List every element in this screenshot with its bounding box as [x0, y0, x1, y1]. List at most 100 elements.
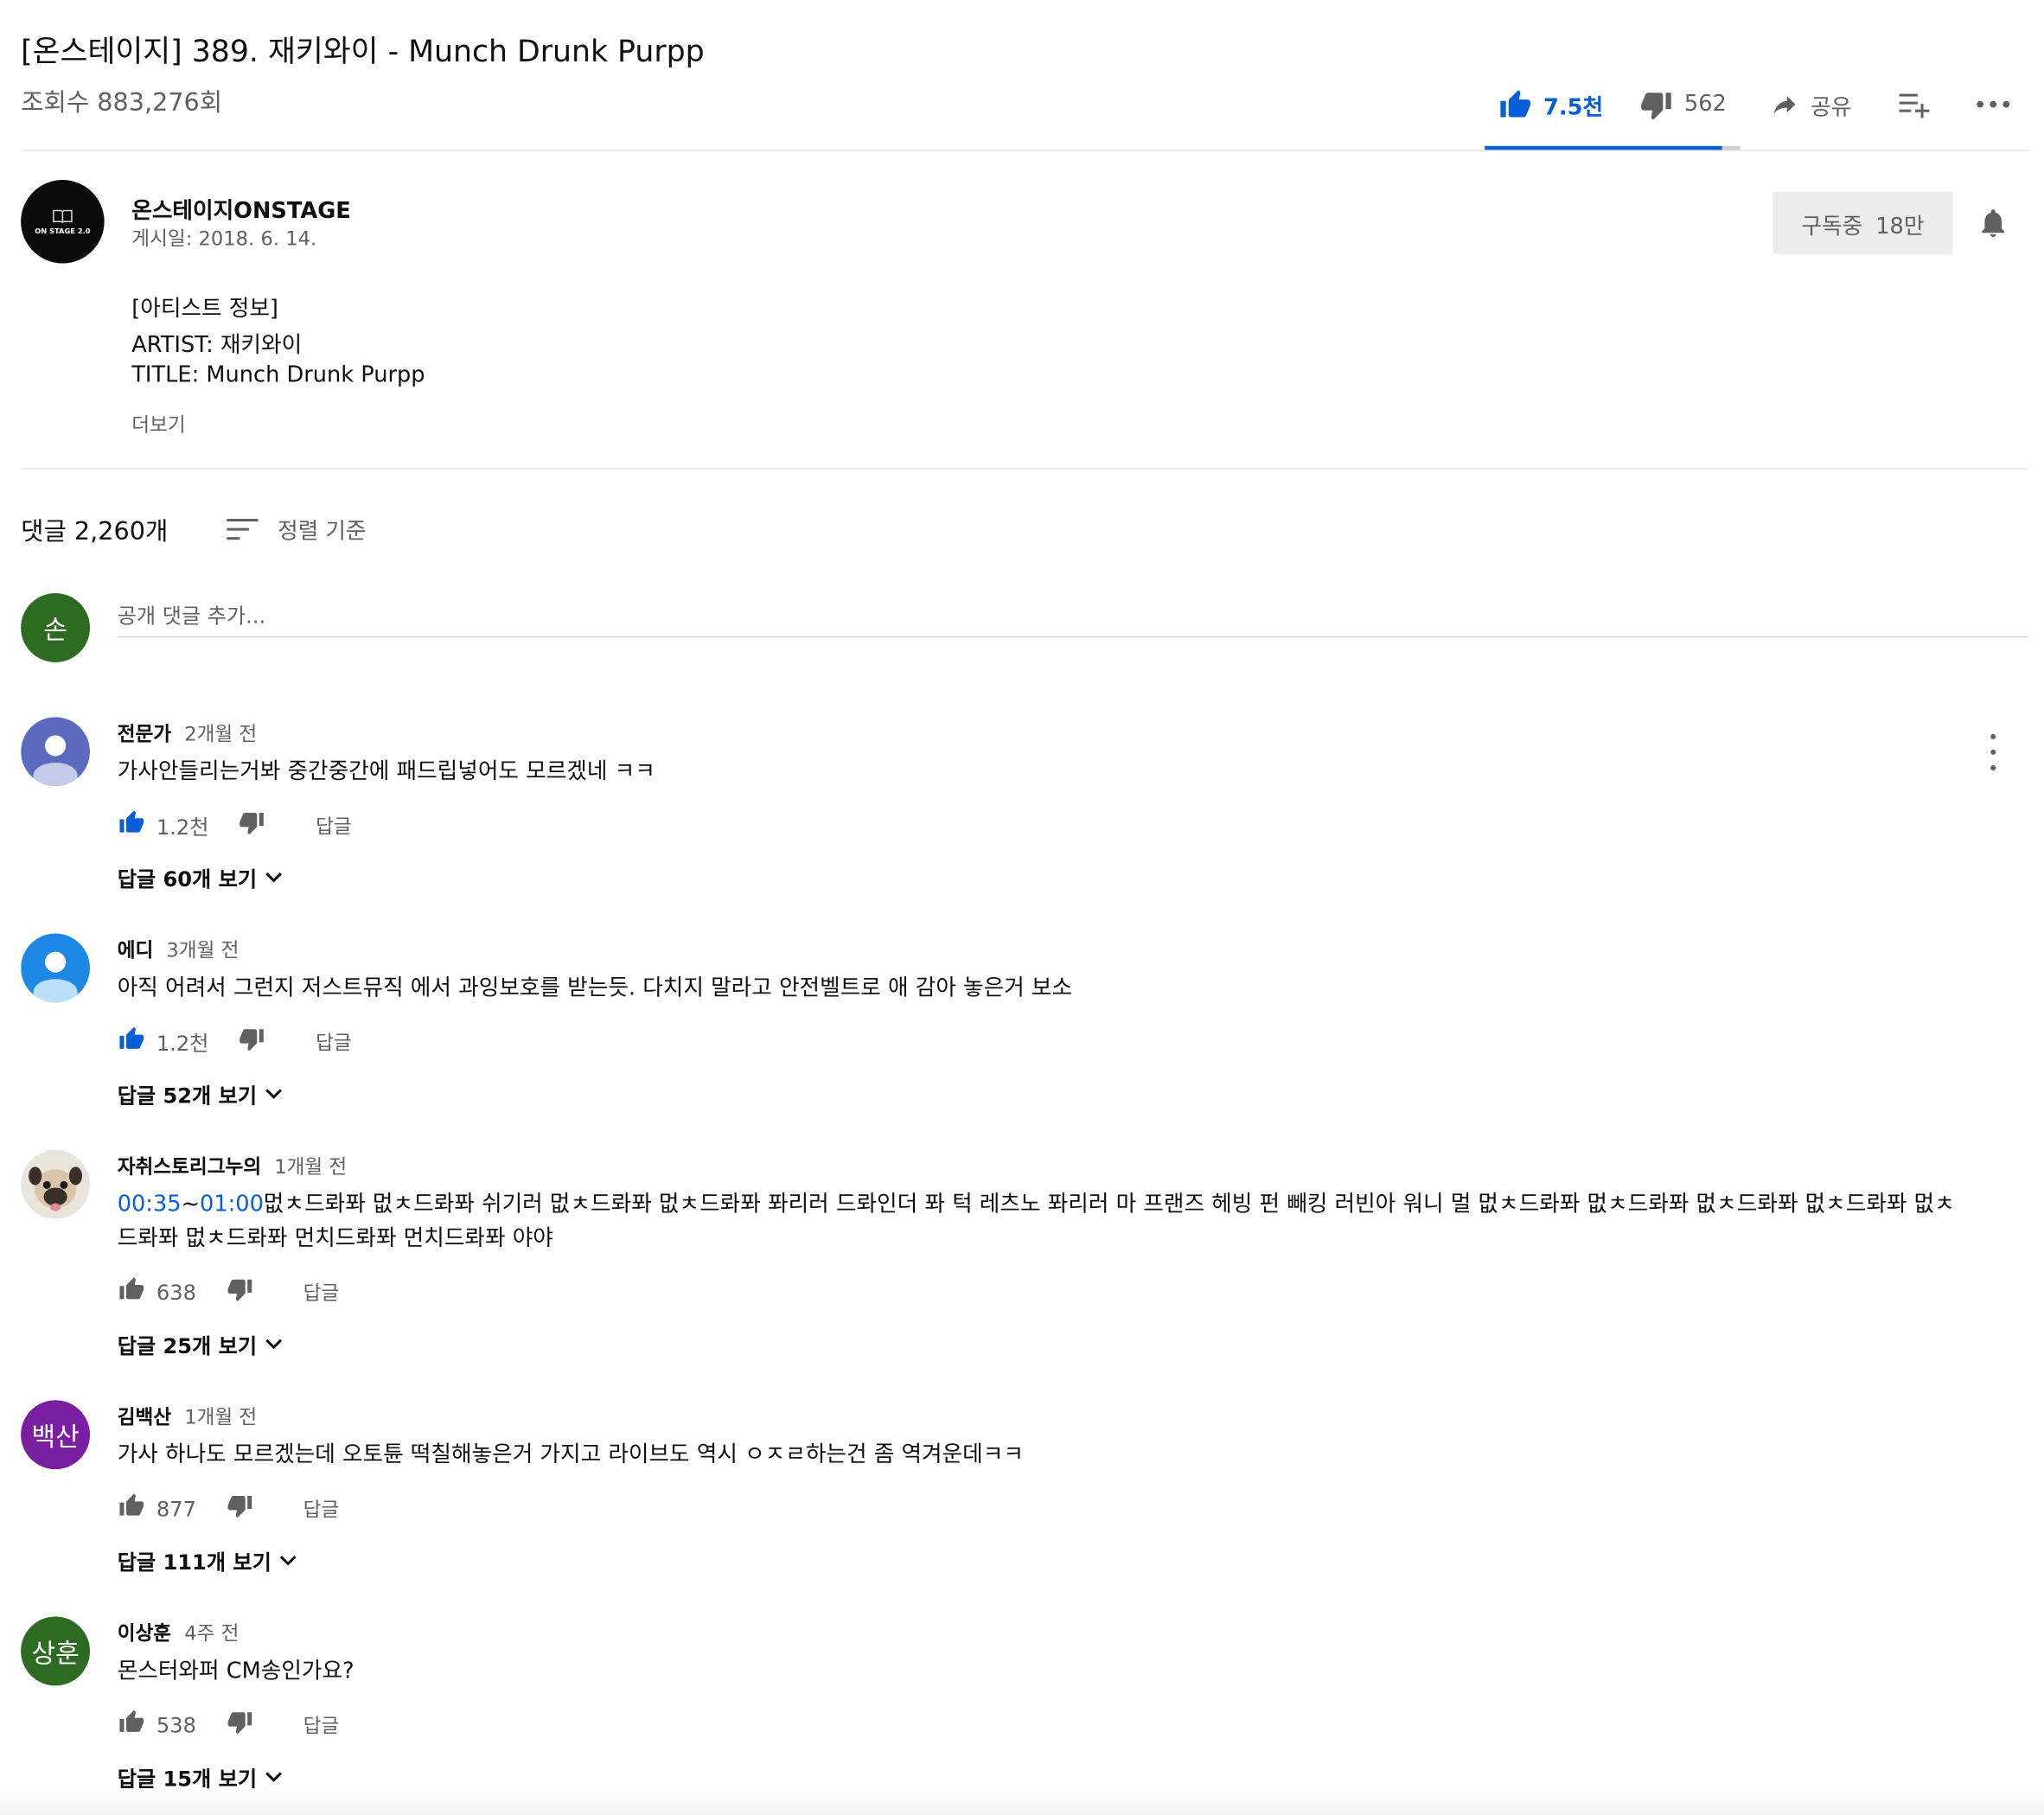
comment-author[interactable]: 이상훈 4주 전 — [118, 1620, 240, 1647]
comment-dislike-button[interactable] — [225, 1710, 253, 1741]
timestamp-link[interactable]: 01:00 — [200, 1192, 264, 1217]
publish-date: 게시일: 2018. 6. 14. — [131, 227, 317, 251]
comment-time[interactable]: 1개월 전 — [274, 1155, 347, 1179]
comment-author[interactable]: 에디 3개월 전 — [118, 936, 240, 963]
thumbs-up-icon — [119, 1026, 144, 1049]
reply-button[interactable]: 답글 — [316, 1028, 352, 1056]
default-user-icon — [21, 717, 91, 787]
view-replies-button[interactable]: 답글 60개 보기 — [118, 862, 283, 893]
reply-button[interactable]: 답글 — [316, 812, 352, 840]
thumbs-down-icon — [240, 813, 265, 835]
comment-dislike-button[interactable] — [238, 1026, 266, 1058]
author-name[interactable]: 에디 — [118, 939, 154, 962]
thumbs-up-icon — [119, 1493, 144, 1516]
description-line: [아티스트 정보] — [131, 296, 278, 323]
sort-label: 정렬 기준 — [278, 519, 367, 546]
comment-avatar[interactable]: 상훈 — [21, 1616, 91, 1686]
comment-like-button[interactable] — [118, 1710, 146, 1741]
view-replies-button[interactable]: 답글 25개 보기 — [118, 1328, 283, 1359]
comment-time[interactable]: 1개월 전 — [184, 1405, 257, 1428]
bell-icon — [1982, 209, 2005, 238]
comment-actions: 1.2천 답글 — [118, 1026, 352, 1058]
comment-text: 가사 하나도 모르겠는데 오토튠 떡칠해놓은거 가지고 라이브도 역시 ㅇㅈㄹ하… — [117, 1441, 1024, 1468]
sort-button[interactable]: 정렬 기준 — [226, 513, 367, 546]
video-info-stage: [온스테이지] 389. 재키와이 - Munch Drunk Purpp 조회… — [0, 0, 2044, 1815]
author-name[interactable]: 자취스토리그누의 — [118, 1155, 261, 1179]
description-line: ARTIST: 재키와이 — [131, 332, 303, 359]
share-button[interactable]: 공유 — [1769, 78, 1851, 130]
comment-like-button[interactable] — [118, 1026, 146, 1058]
show-more-link[interactable]: 더보기 — [131, 411, 185, 438]
subscribed-button[interactable]: 구독중 18만 — [1773, 191, 1953, 254]
channel-avatar[interactable]: ON STAGE 2.0 — [21, 180, 105, 264]
dislike-count: 562 — [1683, 91, 1727, 118]
reply-button[interactable]: 답글 — [303, 1711, 340, 1739]
comment-body: 멊ㅊ드롸퐈 멊ㅊ드롸퐈 쉬기러 멊ㅊ드롸퐈 멊ㅊ드롸퐈 퐈리러 드롸인더 퐈 턱… — [117, 1191, 1955, 1252]
thumbs-down-icon — [240, 1029, 265, 1051]
share-label: 공유 — [1811, 94, 1852, 121]
comment-like-button[interactable] — [118, 809, 146, 840]
more-actions-button[interactable] — [1977, 78, 2010, 130]
comment-menu-button[interactable] — [1979, 733, 2008, 771]
timestamp-separator: ~ — [181, 1191, 201, 1218]
save-to-playlist-button[interactable] — [1898, 78, 1932, 130]
channel-name[interactable]: 온스테이지ONSTAGE — [131, 192, 350, 224]
channel-logo-text: ON STAGE 2.0 — [35, 227, 91, 236]
thumbs-down-icon — [227, 1279, 252, 1301]
chevron-down-icon — [265, 1772, 282, 1782]
author-name[interactable]: 전문가 — [118, 722, 171, 745]
add-comment-input[interactable] — [117, 594, 2028, 638]
comment-time[interactable]: 3개월 전 — [166, 939, 239, 962]
comment-time[interactable]: 4주 전 — [184, 1622, 239, 1646]
default-user-icon — [21, 933, 91, 1003]
like-count: 7.5천 — [1543, 94, 1604, 121]
view-replies-button[interactable]: 답글 52개 보기 — [118, 1078, 283, 1109]
chevron-down-icon — [265, 1089, 282, 1099]
thumbs-up-icon — [119, 810, 144, 833]
comment-dislike-button[interactable] — [225, 1492, 253, 1524]
comment-time[interactable]: 2개월 전 — [184, 722, 257, 745]
comment-like-count: 1.2천 — [156, 1031, 209, 1057]
thumbs-down-icon — [227, 1712, 252, 1735]
book-logo-icon — [53, 208, 73, 223]
comment-avatar[interactable] — [21, 717, 91, 787]
comment-actions: 877 답글 — [118, 1492, 340, 1524]
author-name[interactable]: 이상훈 — [118, 1622, 171, 1646]
view-replies-label: 답글 52개 보기 — [117, 1083, 258, 1109]
dislike-button[interactable]: 562 — [1638, 78, 1727, 130]
playlist-add-icon — [1899, 93, 1930, 118]
comment-like-button[interactable] — [118, 1276, 146, 1307]
bottom-fade — [0, 1788, 2044, 1815]
comment-avatar[interactable] — [21, 1149, 91, 1219]
view-replies-button[interactable]: 답글 111개 보기 — [118, 1545, 297, 1576]
comment-author[interactable]: 자취스토리그누의 1개월 전 — [118, 1153, 348, 1180]
comment-like-count: 877 — [156, 1496, 196, 1521]
notification-bell-button[interactable] — [1977, 205, 2010, 246]
timestamp-link[interactable]: 00:35 — [118, 1192, 182, 1217]
comment-author[interactable]: 전문가 2개월 전 — [118, 719, 258, 747]
comment-author[interactable]: 김백산 1개월 전 — [118, 1403, 258, 1430]
view-replies-label: 답글 25개 보기 — [117, 1333, 258, 1358]
comment-avatar[interactable]: 백산 — [21, 1400, 91, 1470]
divider — [21, 150, 2028, 151]
divider — [21, 468, 2028, 470]
comment-actions: 638 답글 — [118, 1276, 340, 1307]
comment-text: 가사안들리는거봐 중간중간에 패드립넣어도 모르겠네 ㅋㅋ — [117, 758, 655, 785]
author-name[interactable]: 김백산 — [118, 1405, 171, 1428]
view-replies-label: 답글 60개 보기 — [117, 866, 258, 892]
subscriber-count: 18만 — [1875, 213, 1925, 240]
like-button[interactable]: 7.5천 — [1498, 78, 1603, 130]
comment-like-button[interactable] — [118, 1492, 146, 1524]
comment-dislike-button[interactable] — [238, 809, 266, 840]
reply-button[interactable]: 답글 — [303, 1495, 340, 1523]
comment-avatar[interactable] — [21, 933, 91, 1003]
sort-icon — [227, 518, 259, 540]
share-icon — [1773, 95, 1796, 114]
comment-like-count: 538 — [156, 1712, 196, 1737]
comment-dislike-button[interactable] — [225, 1276, 253, 1307]
more-horizontal-icon — [1977, 100, 2010, 108]
reply-button[interactable]: 답글 — [303, 1278, 340, 1306]
comment-actions: 538 답글 — [118, 1710, 340, 1741]
view-replies-label: 답글 111개 보기 — [117, 1550, 271, 1575]
chevron-down-icon — [265, 1339, 282, 1350]
